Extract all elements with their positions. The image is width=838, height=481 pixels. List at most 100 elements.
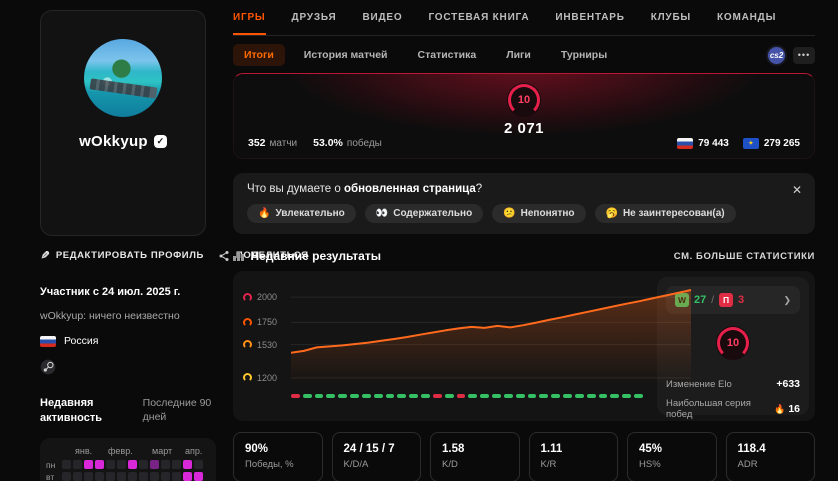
ranking-value: 79 443	[698, 138, 729, 149]
heatmap-cell[interactable]	[62, 472, 71, 481]
feedback-option-label: Содержательно	[393, 208, 472, 219]
member-since: Участник с 24 июл. 2025 г.	[40, 286, 225, 298]
stat-label: K/D/A	[344, 459, 410, 470]
close-icon[interactable]: ✕	[792, 183, 802, 197]
heatmap-cell[interactable]	[194, 460, 203, 469]
emoji-icon: 😕	[503, 208, 515, 219]
heatmap-cell[interactable]	[84, 460, 93, 469]
subnav-tab-статистика[interactable]: Статистика	[407, 44, 488, 66]
win-dash	[622, 394, 631, 398]
feedback-option-label: Не заинтересован(а)	[623, 208, 725, 219]
heatmap-month-labels: янв.февр.мартапр.	[46, 446, 210, 458]
sidebar: wOkkyup ✓ ✎ РЕДАКТИРОВАТЬ ПРОФИЛЬ ПОДЕЛИ…	[0, 0, 225, 481]
stat-value: 1.11	[541, 443, 607, 455]
losses-count: 3	[738, 294, 744, 306]
recent-results-title: Недавние результаты	[251, 249, 381, 263]
heatmap-cell[interactable]	[150, 472, 159, 481]
heatmap-cell[interactable]	[95, 460, 104, 469]
heatmap-cell[interactable]	[172, 472, 181, 481]
russia-flag-icon	[40, 336, 56, 347]
heatmap-cell[interactable]	[161, 460, 170, 469]
top-navigation: ИГРЫ ДРУЗЬЯ ВИДЕО ГОСТЕВАЯ КНИГА ИНВЕНТАРЬ КЛ…	[233, 0, 815, 36]
heatmap-cell[interactable]	[73, 460, 82, 469]
heatmap-cell[interactable]	[139, 460, 148, 469]
stat-card-adr: 118.4ADR	[726, 432, 816, 481]
sub-navigation: Итоги История матчей Статистика Лиги Турниры…	[233, 44, 815, 66]
subnav-tab-история матчей[interactable]: История матчей	[293, 44, 399, 66]
nav-tab-видео[interactable]: ВИДЕО	[362, 12, 402, 35]
activity-heatmap: янв.февр.мартапр. пнвтсрчтптсбвс	[40, 438, 216, 481]
heatmap-cell[interactable]	[194, 472, 203, 481]
level-gauge-icon	[243, 293, 252, 302]
heatmap-row: вт	[46, 472, 210, 481]
wins-count: 27	[694, 294, 706, 306]
subnav-tab-итоги[interactable]: Итоги	[233, 44, 285, 66]
cs2-game-icon[interactable]: cs2	[766, 45, 787, 66]
heatmap-cell[interactable]	[117, 460, 126, 469]
heatmap-cell[interactable]	[139, 472, 148, 481]
fire-icon: 🔥	[774, 404, 785, 415]
match-results-strip	[291, 394, 643, 398]
stat-label: HS%	[639, 459, 705, 470]
stat-card-hs-: 45%HS%	[627, 432, 717, 481]
win-dash	[362, 394, 371, 398]
feedback-option[interactable]: 🥱Не заинтересован(а)	[595, 204, 736, 223]
heatmap-cell[interactable]	[128, 460, 137, 469]
win-streak-row: Наибольшая серия побед 🔥16	[666, 398, 800, 420]
subnav-tab-турниры[interactable]: Турниры	[550, 44, 618, 66]
heatmap-cell[interactable]	[150, 460, 159, 469]
nav-tab-инвентарь[interactable]: ИНВЕНТАРЬ	[555, 12, 624, 35]
win-dash	[516, 394, 525, 398]
bar-chart-icon	[233, 252, 244, 261]
y-axis-tick: 1200	[243, 373, 277, 383]
heatmap-cell[interactable]	[62, 460, 71, 469]
heatmap-cell[interactable]	[172, 460, 181, 469]
win-dash	[528, 394, 537, 398]
heatmap-cell[interactable]	[73, 472, 82, 481]
stat-card-k-d-a: 24 / 15 / 7K/D/A	[332, 432, 422, 481]
stat-card-k-r: 1.11K/R	[529, 432, 619, 481]
heatmap-cell[interactable]	[106, 460, 115, 469]
steam-icon[interactable]	[40, 359, 225, 380]
nav-tab-друзья[interactable]: ДРУЗЬЯ	[292, 12, 337, 35]
heatmap-cell[interactable]	[161, 472, 170, 481]
heatmap-cell[interactable]	[183, 460, 192, 469]
subnav-tab-лиги[interactable]: Лиги	[495, 44, 542, 66]
edit-profile-button[interactable]: ✎ РЕДАКТИРОВАТЬ ПРОФИЛЬ	[40, 249, 204, 262]
heatmap-cell[interactable]	[128, 472, 137, 481]
win-dash	[397, 394, 406, 398]
level-gauge-icon	[243, 318, 252, 327]
win-dash	[551, 394, 560, 398]
nav-tab-клубы[interactable]: КЛУБЫ	[651, 12, 691, 35]
feedback-option[interactable]: 🔥Увлекательно	[247, 204, 356, 223]
heatmap-cell[interactable]	[117, 472, 126, 481]
eu-flag-icon: ✦	[743, 138, 759, 149]
heatmap-cell[interactable]	[183, 472, 192, 481]
win-dash	[539, 394, 548, 398]
nav-tab-гостевая книга[interactable]: ГОСТЕВАЯ КНИГА	[428, 12, 529, 35]
win-dash	[599, 394, 608, 398]
heatmap-cell[interactable]	[106, 472, 115, 481]
activity-title: Недавняя активность	[40, 396, 143, 426]
verified-badge-icon: ✓	[154, 135, 167, 148]
heatmap-cell[interactable]	[95, 472, 104, 481]
more-options-button[interactable]: •••	[793, 47, 815, 64]
nav-tab-команды[interactable]: КОМАНДЫ	[717, 12, 776, 35]
see-more-stats-link[interactable]: СМ. БОЛЬШЕ СТАТИСТИКИ	[674, 251, 815, 262]
month-label: март	[152, 446, 172, 456]
feedback-option[interactable]: 👀Содержательно	[365, 204, 483, 223]
feedback-banner: Что вы думаете о обновленная страница? ✕…	[233, 173, 815, 234]
y-axis-tick: 1530	[243, 340, 277, 350]
win-dash	[303, 394, 312, 398]
country-row: Россия	[40, 335, 225, 347]
win-dash	[492, 394, 501, 398]
pencil-icon: ✎	[40, 249, 50, 262]
faceit-profile-page: wOkkyup ✓ ✎ РЕДАКТИРОВАТЬ ПРОФИЛЬ ПОДЕЛИ…	[0, 0, 838, 481]
heatmap-cell[interactable]	[84, 472, 93, 481]
tick-label: 1530	[257, 340, 277, 350]
win-dash	[563, 394, 572, 398]
feedback-option[interactable]: 😕Непонятно	[492, 204, 585, 223]
win-dash	[350, 394, 359, 398]
avatar[interactable]	[84, 39, 162, 117]
nav-tab-игры[interactable]: ИГРЫ	[233, 12, 266, 35]
